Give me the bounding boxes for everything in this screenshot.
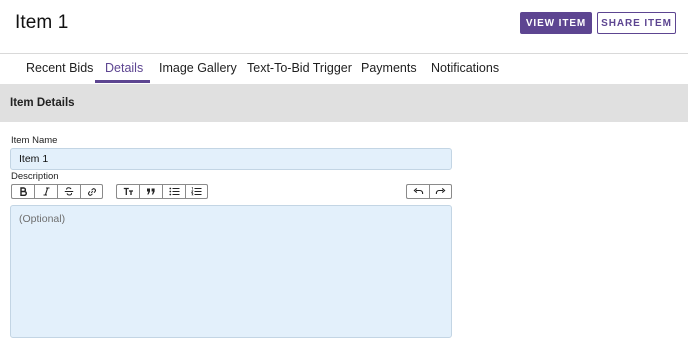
quote-button[interactable] — [139, 184, 162, 199]
numbered-list-button[interactable] — [185, 184, 208, 199]
block-toolbar — [116, 184, 208, 199]
description-editor[interactable]: (Optional) — [10, 205, 452, 338]
heading-button[interactable] — [116, 184, 139, 199]
history-toolbar — [406, 184, 452, 199]
section-header: Item Details — [0, 84, 688, 122]
strikethrough-button[interactable] — [57, 184, 80, 199]
italic-button[interactable] — [34, 184, 57, 199]
page-header: Item 1 VIEW ITEM SHARE ITEM — [0, 0, 688, 53]
bulleted-list-icon — [168, 187, 180, 196]
bold-button[interactable] — [11, 184, 34, 199]
redo-button[interactable] — [429, 184, 452, 199]
section-title: Item Details — [10, 97, 75, 109]
share-item-button[interactable]: SHARE ITEM — [597, 12, 676, 34]
bold-icon — [19, 187, 28, 196]
item-name-label: Item Name — [11, 135, 58, 146]
tab-notifications[interactable]: Notifications — [431, 54, 499, 84]
tab-image-gallery[interactable]: Image Gallery — [159, 54, 237, 84]
active-tab-indicator — [95, 80, 150, 83]
strikethrough-icon — [64, 187, 74, 196]
description-placeholder: (Optional) — [19, 213, 66, 225]
undo-icon — [413, 187, 424, 196]
numbered-list-icon — [191, 187, 202, 196]
view-item-button[interactable]: VIEW ITEM — [520, 12, 592, 34]
undo-button[interactable] — [406, 184, 429, 199]
page-title: Item 1 — [15, 12, 69, 33]
bulleted-list-button[interactable] — [162, 184, 185, 199]
link-button[interactable] — [80, 184, 103, 199]
link-icon — [87, 187, 97, 197]
italic-icon — [42, 187, 51, 196]
item-name-input[interactable] — [10, 148, 452, 170]
description-label: Description — [11, 171, 59, 182]
redo-icon — [435, 187, 446, 196]
heading-icon — [123, 187, 134, 196]
formatting-toolbar — [11, 184, 103, 199]
tab-text-to-bid-trigger[interactable]: Text-To-Bid Trigger — [247, 54, 352, 84]
quote-icon — [146, 187, 156, 196]
tab-recent-bids[interactable]: Recent Bids — [26, 54, 93, 84]
tab-payments[interactable]: Payments — [361, 54, 417, 84]
